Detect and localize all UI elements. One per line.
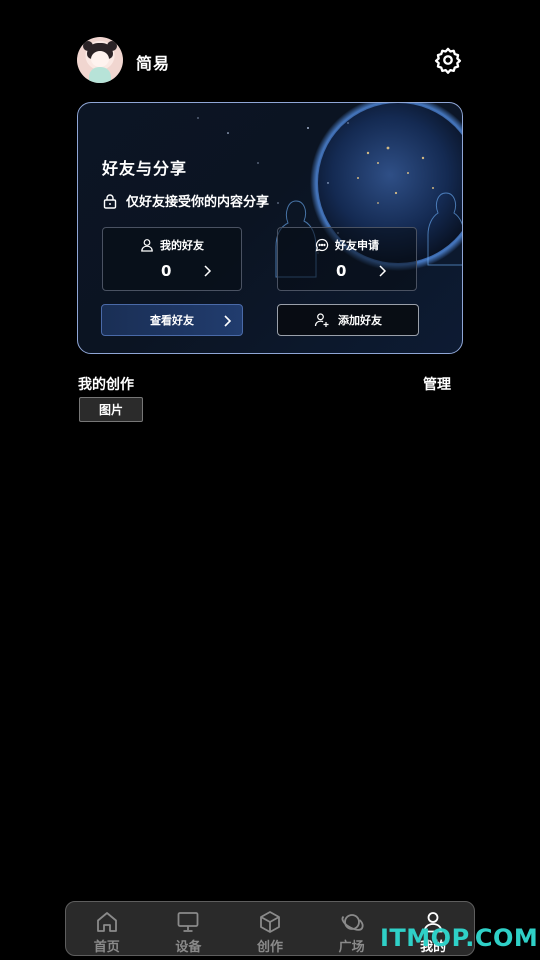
add-friend-button[interactable]: 添加好友 <box>277 304 419 336</box>
add-friend-label: 添加好友 <box>338 314 382 327</box>
avatar[interactable] <box>77 37 123 83</box>
planet-icon <box>341 914 364 931</box>
cube-icon <box>260 911 280 933</box>
avatar-face <box>91 51 109 67</box>
gear-icon[interactable] <box>434 46 462 74</box>
view-friends-button[interactable]: 查看好友 <box>101 304 243 336</box>
my-friends-label: 我的好友 <box>160 239 204 252</box>
tab-devices[interactable]: 设备 <box>148 902 230 955</box>
friend-requests-header: 好友申请 <box>278 237 416 253</box>
my-creations-title: 我的创作 <box>78 377 134 393</box>
home-icon <box>96 912 117 932</box>
tab-create-label: 创作 <box>256 940 283 955</box>
manage-button[interactable]: 管理 <box>423 374 451 394</box>
my-friends-header: 我的好友 <box>103 237 241 253</box>
person-icon <box>141 239 153 252</box>
my-friends-count: 0 <box>161 262 172 280</box>
privacy-row: 仅好友接受你的内容分享 <box>102 191 269 210</box>
tab-devices-label: 设备 <box>175 940 202 955</box>
view-friends-label: 查看好友 <box>150 314 194 327</box>
tab-create[interactable]: 创作 <box>229 902 311 955</box>
avatar-body <box>89 67 111 83</box>
chat-bubble-icon <box>315 238 329 252</box>
friend-requests-box[interactable]: 好友申请 0 <box>277 227 417 291</box>
tab-home-label: 首页 <box>93 940 120 955</box>
friends-share-card: 好友与分享 仅好友接受你的内容分享 我的好友 0 好友申请 0 查看好友 添加好… <box>77 102 463 354</box>
friend-requests-count: 0 <box>336 262 347 280</box>
tab-home[interactable]: 首页 <box>66 902 148 955</box>
username: 简易 <box>136 54 171 73</box>
tab-plaza-label: 广场 <box>338 940 365 955</box>
filter-tag-images[interactable]: 图片 <box>79 397 143 422</box>
my-friends-box[interactable]: 我的好友 0 <box>102 227 242 291</box>
watermark: ITMOP.COM <box>380 924 539 952</box>
privacy-text: 仅好友接受你的内容分享 <box>126 195 270 210</box>
chevron-right-icon <box>224 315 232 327</box>
chevron-right-icon <box>204 265 212 277</box>
add-user-icon <box>314 313 329 327</box>
card-title: 好友与分享 <box>102 159 188 178</box>
monitor-icon <box>177 912 199 932</box>
lock-icon <box>103 193 117 209</box>
friend-requests-label: 好友申请 <box>335 239 379 252</box>
chevron-right-icon <box>379 265 387 277</box>
